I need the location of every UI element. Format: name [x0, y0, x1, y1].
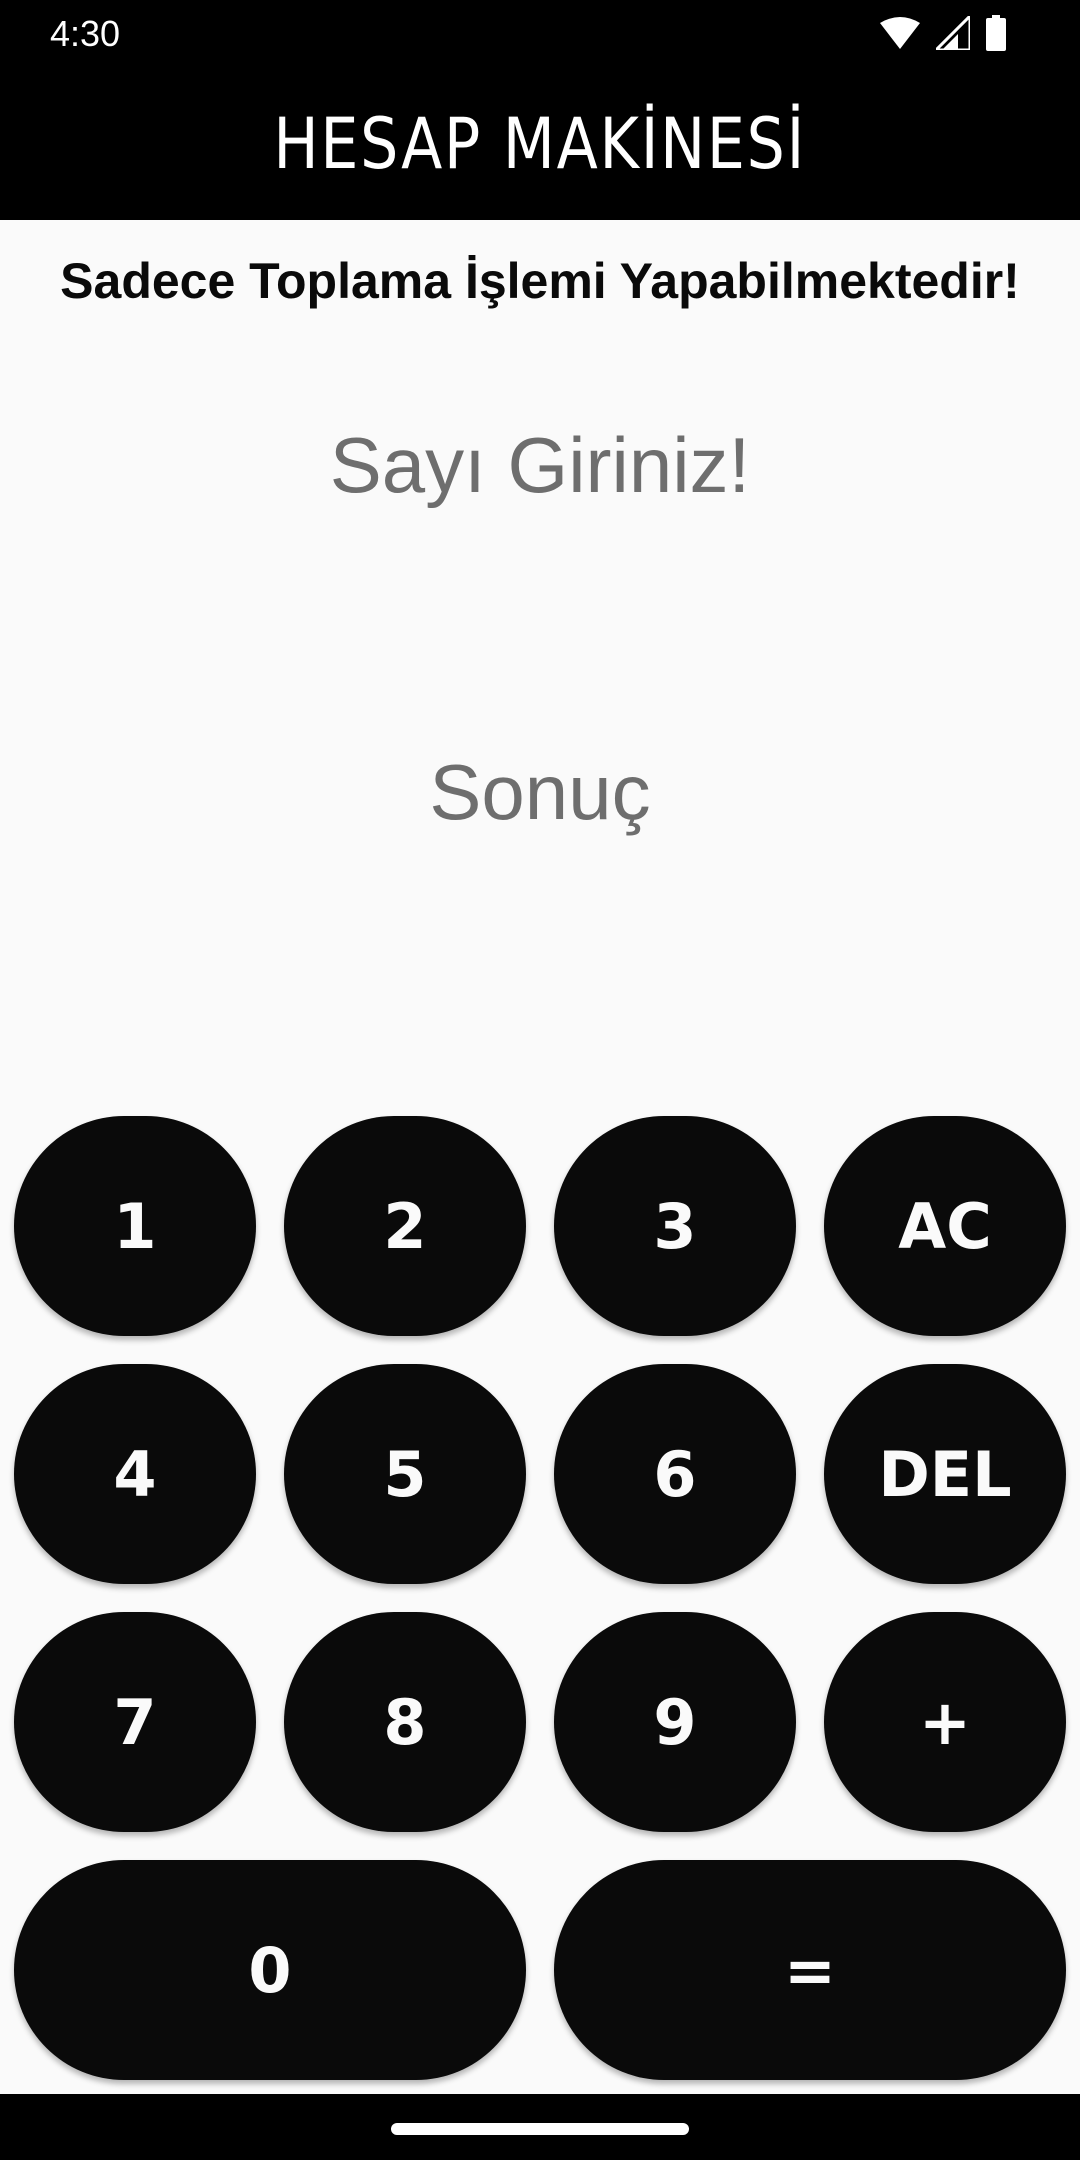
plus-button[interactable]: + — [824, 1612, 1066, 1832]
key-4-button[interactable]: 4 — [14, 1364, 256, 1584]
key-5-button[interactable]: 5 — [284, 1364, 526, 1584]
battery-icon — [986, 15, 1006, 51]
key-7-button[interactable]: 7 — [14, 1612, 256, 1832]
cell-signal-icon — [936, 16, 970, 50]
wifi-icon — [880, 17, 920, 49]
key-2-button[interactable]: 2 — [284, 1116, 526, 1336]
key-8-button[interactable]: 8 — [284, 1612, 526, 1832]
result-text: Sonuç — [429, 748, 651, 836]
key-6-button[interactable]: 6 — [554, 1364, 796, 1584]
key-3-button[interactable]: 3 — [554, 1116, 796, 1336]
app-bar: HESAP MAKİNESİ — [0, 66, 1080, 220]
all-clear-button[interactable]: AC — [824, 1116, 1066, 1336]
key-9-button[interactable]: 9 — [554, 1612, 796, 1832]
status-time: 4:30 — [50, 13, 121, 54]
app-title: HESAP MAKİNESİ — [273, 103, 807, 185]
equals-button[interactable]: = — [554, 1860, 1066, 2080]
status-icons — [880, 15, 1006, 51]
number-input[interactable] — [140, 415, 940, 515]
home-gesture-handle[interactable] — [391, 2123, 689, 2135]
key-0-button[interactable]: 0 — [14, 1860, 526, 2080]
delete-button[interactable]: DEL — [824, 1364, 1066, 1584]
keypad: 1 2 3 AC 4 5 6 DEL 7 8 9 + 0 = — [0, 0, 1080, 2160]
status-bar: 4:30 — [0, 0, 1080, 66]
key-1-button[interactable]: 1 — [14, 1116, 256, 1336]
subtitle-text: Sadece Toplama İşlemi Yapabilmektedir! — [60, 253, 1020, 309]
